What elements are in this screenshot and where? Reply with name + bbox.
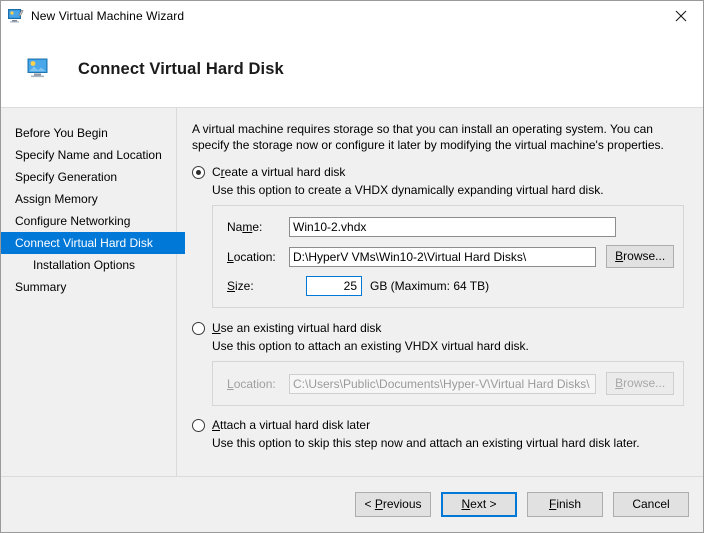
existing-location-field-row: Location: C:\Users\Public\Documents\Hype… (227, 372, 674, 395)
wizard-body: Before You Begin Specify Name and Locati… (1, 108, 703, 476)
size-input-wrapper: 25 GB (Maximum: 64 TB) (306, 276, 489, 296)
size-suffix-label: GB (Maximum: 64 TB) (370, 279, 490, 293)
browse-button[interactable]: Browse... (606, 245, 674, 268)
radio-button-icon-create[interactable] (192, 166, 205, 179)
option-description-attach-later: Use this option to skip this step now an… (212, 436, 640, 450)
sidebar-item-installation-options[interactable]: Installation Options (1, 254, 176, 276)
sidebar-item-summary[interactable]: Summary (1, 276, 176, 298)
virtual-hard-disk-icon (27, 58, 51, 80)
size-input[interactable]: 25 (306, 276, 362, 296)
sidebar-item-specify-generation[interactable]: Specify Generation (1, 166, 176, 188)
option-description-create: Use this option to create a VHDX dynamic… (212, 183, 604, 197)
window-title: New Virtual Machine Wizard (31, 9, 185, 23)
previous-button[interactable]: < Previous (355, 492, 431, 517)
sidebar-item-configure-networking[interactable]: Configure Networking (1, 210, 176, 232)
size-field-row: Size: 25 GB (Maximum: 64 TB) (227, 276, 674, 296)
location-input[interactable]: D:\HyperV VMs\Win10-2\Virtual Hard Disks… (289, 246, 597, 267)
radio-attach-later[interactable]: Attach a virtual hard disk later (192, 418, 689, 433)
sidebar-item-connect-virtual-hard-disk[interactable]: Connect Virtual Hard Disk (1, 232, 185, 254)
existing-browse-button: Browse... (606, 372, 674, 395)
titlebar: New Virtual Machine Wizard (1, 1, 703, 31)
wizard-steps-sidebar: Before You Begin Specify Name and Locati… (1, 108, 185, 476)
existing-location-input: C:\Users\Public\Documents\Hyper-V\Virtua… (289, 373, 597, 394)
existing-location-label: Location: (227, 376, 276, 391)
location-label: Location: (227, 249, 276, 264)
radio-button-icon-attach-later[interactable] (192, 419, 205, 432)
sidebar-item-specify-name-and-location[interactable]: Specify Name and Location (1, 144, 176, 166)
location-field-row: Location: D:\HyperV VMs\Win10-2\Virtual … (227, 245, 674, 268)
create-disk-fields-group: Name: Win10-2.vhdx Location: D:\HyperV V… (212, 205, 684, 308)
name-label: Name: (227, 220, 263, 234)
sidebar-item-before-you-begin[interactable]: Before You Begin (1, 122, 176, 144)
size-label: Size: (227, 279, 254, 293)
name-field-row: Name: Win10-2.vhdx (227, 217, 674, 237)
page-title: Connect Virtual Hard Disk (78, 59, 284, 78)
sidebar-item-assign-memory[interactable]: Assign Memory (1, 188, 176, 210)
cancel-button[interactable]: Cancel (613, 492, 689, 517)
option-description-existing: Use this option to attach an existing VH… (212, 339, 529, 353)
name-input[interactable]: Win10-2.vhdx (289, 217, 616, 237)
radio-create-virtual-hard-disk[interactable]: Create a virtual hard disk (192, 165, 689, 180)
wizard-footer: < Previous Next > Finish Cancel (1, 476, 703, 532)
wizard-content: A virtual machine requires storage so th… (177, 108, 703, 476)
wizard-header: Connect Virtual Hard Disk (1, 31, 703, 108)
new-vm-wizard-window: New Virtual Machine Wizard Connect Virtu… (0, 0, 704, 533)
finish-button[interactable]: Finish (527, 492, 603, 517)
intro-text: A virtual machine requires storage so th… (192, 122, 664, 152)
radio-label-attach-later: Attach a virtual hard disk later (212, 418, 371, 432)
existing-disk-fields-group: Location: C:\Users\Public\Documents\Hype… (212, 361, 684, 406)
radio-button-icon-existing[interactable] (192, 322, 205, 335)
virtual-machine-icon (8, 8, 24, 24)
radio-label-create: Create a virtual hard disk (212, 165, 346, 179)
radio-use-existing-virtual-hard-disk[interactable]: Use an existing virtual hard disk (192, 321, 689, 336)
radio-label-existing: Use an existing virtual hard disk (212, 321, 382, 335)
next-button[interactable]: Next > (441, 492, 517, 517)
close-icon[interactable] (658, 1, 703, 30)
